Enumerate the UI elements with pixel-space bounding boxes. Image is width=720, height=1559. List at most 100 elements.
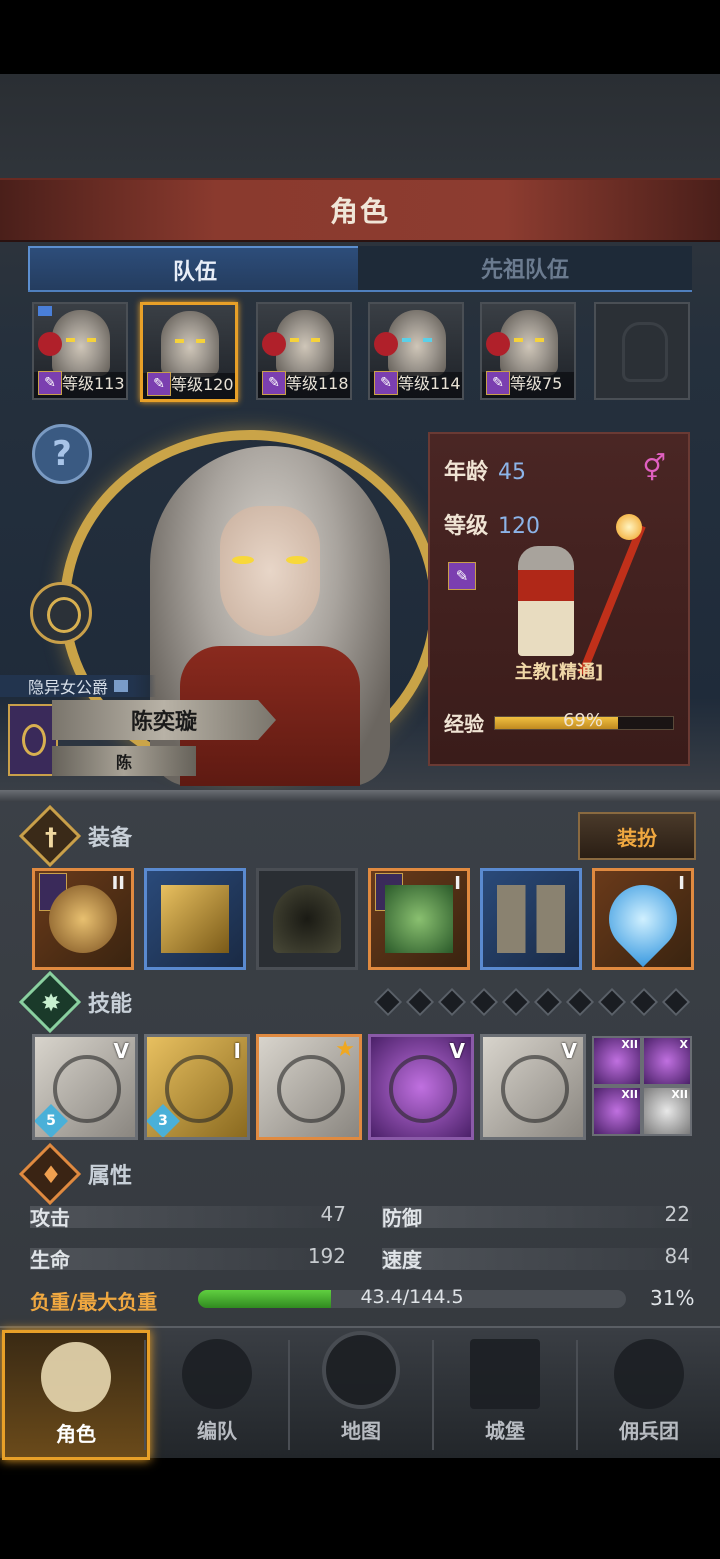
age-value: 45 bbox=[498, 460, 527, 485]
roster-level: 等级118 bbox=[286, 374, 349, 393]
speed-label: 速度 bbox=[382, 1248, 422, 1272]
hp-value: 192 bbox=[307, 1244, 346, 1268]
seal-icon bbox=[374, 332, 398, 356]
hood-icon bbox=[273, 885, 341, 953]
tab-underline bbox=[28, 290, 692, 292]
class-figure bbox=[518, 546, 574, 656]
speed-value: 84 bbox=[664, 1244, 690, 1268]
hp-label: 生命 bbox=[30, 1248, 70, 1272]
compass-icon bbox=[322, 1331, 400, 1409]
roster-portrait-4[interactable]: ✎ 等级114 bbox=[368, 302, 464, 400]
heart-amulet-icon bbox=[595, 871, 691, 967]
dress-button[interactable]: 装扮 bbox=[578, 812, 696, 860]
nav-label: 佣兵团 bbox=[619, 1419, 679, 1443]
level-value: 120 bbox=[498, 514, 541, 539]
load-percent: 31% bbox=[650, 1286, 695, 1310]
star-icon: ★ bbox=[335, 1037, 355, 1062]
crystal-hand-icon bbox=[389, 1055, 457, 1123]
tab-team[interactable]: 队伍 bbox=[28, 246, 362, 292]
attr-attack: 攻击 47 bbox=[30, 1202, 346, 1230]
nav-label: 地图 bbox=[341, 1419, 381, 1443]
passive-skill-1[interactable]: XII bbox=[592, 1036, 642, 1086]
roster-level: 等级75 bbox=[510, 374, 563, 393]
character-name[interactable]: 陈奕璇 bbox=[52, 700, 276, 740]
person-icon: ♦ bbox=[40, 1161, 62, 1189]
castle-icon bbox=[470, 1339, 540, 1409]
load-value: 43.4/144.5 bbox=[360, 1286, 464, 1308]
class-badge-icon: ✎ bbox=[147, 372, 171, 396]
skill-tier: V bbox=[561, 1039, 577, 1063]
skill-tier: I bbox=[233, 1039, 241, 1063]
seal-icon bbox=[486, 332, 510, 356]
tab-ancestor-team[interactable]: 先祖队伍 bbox=[358, 246, 692, 292]
mercenary-icon bbox=[614, 1339, 684, 1409]
roster-portrait-5[interactable]: ✎ 等级75 bbox=[480, 302, 576, 400]
character-title-text: 隐异女公爵 bbox=[28, 678, 109, 697]
roster-level: 等级120 bbox=[171, 375, 234, 394]
passive-skill-4[interactable]: XII bbox=[642, 1086, 692, 1136]
equip-slot-body[interactable]: I bbox=[368, 868, 470, 970]
nav-castle[interactable]: 城堡 bbox=[434, 1330, 576, 1454]
nav-character[interactable]: 角色 bbox=[2, 1330, 150, 1460]
gender-icon: ⚥ bbox=[642, 454, 666, 484]
skill-tier: XII bbox=[621, 1038, 638, 1051]
skills-label: 技能 bbox=[88, 992, 133, 1017]
potion-icon[interactable] bbox=[30, 582, 92, 644]
equipment-label: 装备 bbox=[88, 826, 133, 851]
tier-label: I bbox=[454, 873, 461, 894]
tier-label: II bbox=[111, 873, 125, 894]
skill-tier: XII bbox=[671, 1088, 688, 1101]
nav-map[interactable]: 地图 bbox=[290, 1330, 432, 1454]
team-flag-icon bbox=[38, 306, 52, 316]
tier-label: I bbox=[678, 873, 685, 894]
staff-icon bbox=[578, 524, 646, 676]
help-icon[interactable]: ? bbox=[32, 424, 92, 484]
skill-crystal-hand-purple[interactable]: V bbox=[368, 1034, 474, 1140]
equip-slot-weapon[interactable]: II bbox=[32, 868, 134, 970]
skill-tier: XII bbox=[621, 1088, 638, 1101]
attr-defense: 防御 22 bbox=[382, 1202, 692, 1230]
skill-holy-shield[interactable]: I 3 bbox=[144, 1034, 250, 1140]
seal-icon bbox=[38, 332, 62, 356]
equip-slot-amulet[interactable]: I bbox=[592, 868, 694, 970]
roster-level: 等级114 bbox=[398, 374, 461, 393]
nav-formation[interactable]: 编队 bbox=[146, 1330, 288, 1454]
page-title: 角色 bbox=[0, 178, 720, 242]
helmet-icon bbox=[622, 322, 668, 382]
shield-icon bbox=[165, 1055, 233, 1123]
skill-crystal-hand[interactable]: V bbox=[480, 1034, 586, 1140]
skill-tier: V bbox=[449, 1039, 465, 1063]
character-surname: 陈 bbox=[52, 746, 196, 776]
roster-portrait-3[interactable]: ✎ 等级118 bbox=[256, 302, 352, 400]
defense-label: 防御 bbox=[382, 1206, 422, 1230]
boots-icon bbox=[497, 885, 565, 953]
house-banner-icon bbox=[8, 704, 58, 776]
passive-skill-3[interactable]: XII bbox=[592, 1086, 642, 1136]
armor-icon bbox=[385, 885, 453, 953]
passive-skill-2[interactable]: X bbox=[642, 1036, 692, 1086]
nav-label: 编队 bbox=[197, 1419, 237, 1443]
helmet-icon bbox=[182, 1339, 252, 1409]
character-title: 隐异女公爵 bbox=[0, 675, 157, 697]
section-divider bbox=[0, 790, 720, 802]
equip-slot-head[interactable] bbox=[256, 868, 358, 970]
roster-portrait-2[interactable]: ✎ 等级120 bbox=[140, 302, 238, 402]
equip-slot-boots[interactable] bbox=[480, 868, 582, 970]
exp-label: 经验 bbox=[444, 712, 484, 736]
skill-spear-strike[interactable]: V 5 bbox=[32, 1034, 138, 1140]
knight-icon bbox=[41, 1342, 111, 1412]
star-burst-icon: ✸ bbox=[40, 989, 62, 1017]
class-badge-icon: ✎ bbox=[448, 562, 476, 590]
level-label: 等级 bbox=[444, 514, 489, 539]
nav-label: 城堡 bbox=[485, 1419, 525, 1443]
roster-empty-slot[interactable] bbox=[594, 302, 690, 400]
skill-crystal-blessing[interactable]: ★ bbox=[256, 1034, 362, 1140]
equip-slot-offhand[interactable] bbox=[144, 868, 246, 970]
age-row: 年龄 45 bbox=[444, 454, 526, 486]
exp-percent: 69% bbox=[562, 710, 603, 731]
nav-mercenary[interactable]: 佣兵团 bbox=[578, 1330, 720, 1454]
class-badge-icon: ✎ bbox=[374, 371, 398, 395]
roster-portrait-1[interactable]: ✎ 等级113 bbox=[32, 302, 128, 400]
age-label: 年龄 bbox=[444, 460, 489, 485]
bottom-safe-area bbox=[0, 1456, 720, 1559]
